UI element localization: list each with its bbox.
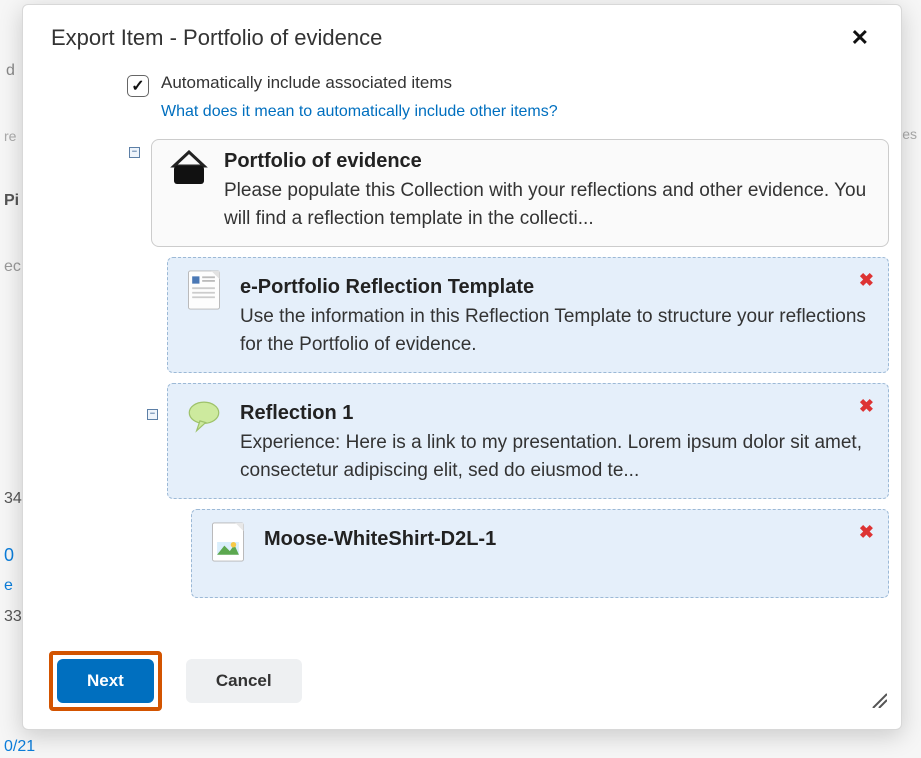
collapse-toggle-child[interactable]: [147, 409, 158, 420]
dialog-body-scroll[interactable]: Automatically include associated items W…: [83, 59, 889, 639]
image-file-icon: [210, 522, 250, 567]
remove-item-button[interactable]: ✖: [859, 270, 874, 291]
bg-text: 0: [4, 545, 14, 566]
child-node-title: Moose-WhiteShirt-D2L-1: [264, 528, 496, 551]
dialog-title: Export Item - Portfolio of evidence: [51, 25, 382, 51]
bg-text: 33: [4, 608, 22, 626]
root-node-description: Please populate this Collection with you…: [224, 177, 868, 232]
tree-child-node: ✖: [167, 257, 889, 373]
bg-text: d: [6, 62, 15, 80]
tree-child-node: ✖ Reflection 1 Experience: Here is a lin…: [167, 383, 889, 499]
resize-grip-icon[interactable]: [869, 690, 887, 713]
bg-text: ec: [4, 258, 21, 276]
child-node-description: Experience: Here is a link to my present…: [240, 429, 870, 484]
bg-text: 34: [4, 490, 22, 508]
cancel-button[interactable]: Cancel: [186, 659, 302, 703]
bg-text: es: [902, 126, 917, 142]
binder-clip-icon: [168, 150, 210, 232]
close-button[interactable]: ✕: [847, 25, 873, 51]
bg-text: e: [4, 577, 13, 595]
auto-include-help-link[interactable]: What does it mean to automatically inclu…: [161, 103, 889, 121]
child-node-description: Use the information in this Reflection T…: [240, 303, 870, 358]
child-node-title: Reflection 1: [240, 402, 870, 425]
tree-child-node: ✖ Moose-WhiteShirt-D2: [191, 509, 889, 598]
bg-text: Pi: [4, 192, 19, 210]
export-item-dialog: Export Item - Portfolio of evidence ✕ Au…: [22, 4, 902, 730]
tree-root-node: Portfolio of evidence Please populate th…: [151, 139, 889, 247]
collapse-toggle-root[interactable]: [129, 147, 140, 158]
next-button-highlight: Next: [49, 651, 162, 711]
reflection-cloud-icon: [186, 396, 226, 441]
bg-text: 0/21: [4, 738, 35, 756]
dialog-header: Export Item - Portfolio of evidence ✕: [23, 5, 901, 59]
auto-include-checkbox[interactable]: [127, 75, 149, 97]
auto-include-label: Automatically include associated items: [161, 73, 452, 93]
dialog-footer: Next Cancel: [23, 639, 901, 729]
remove-item-button[interactable]: ✖: [859, 522, 874, 543]
bg-text: re: [4, 128, 16, 144]
next-button[interactable]: Next: [57, 659, 154, 703]
child-node-title: e-Portfolio Reflection Template: [240, 276, 870, 299]
remove-item-button[interactable]: ✖: [859, 396, 874, 417]
item-tree: Portfolio of evidence Please populate th…: [83, 139, 889, 598]
document-icon: [186, 270, 226, 315]
root-node-title: Portfolio of evidence: [224, 150, 868, 173]
